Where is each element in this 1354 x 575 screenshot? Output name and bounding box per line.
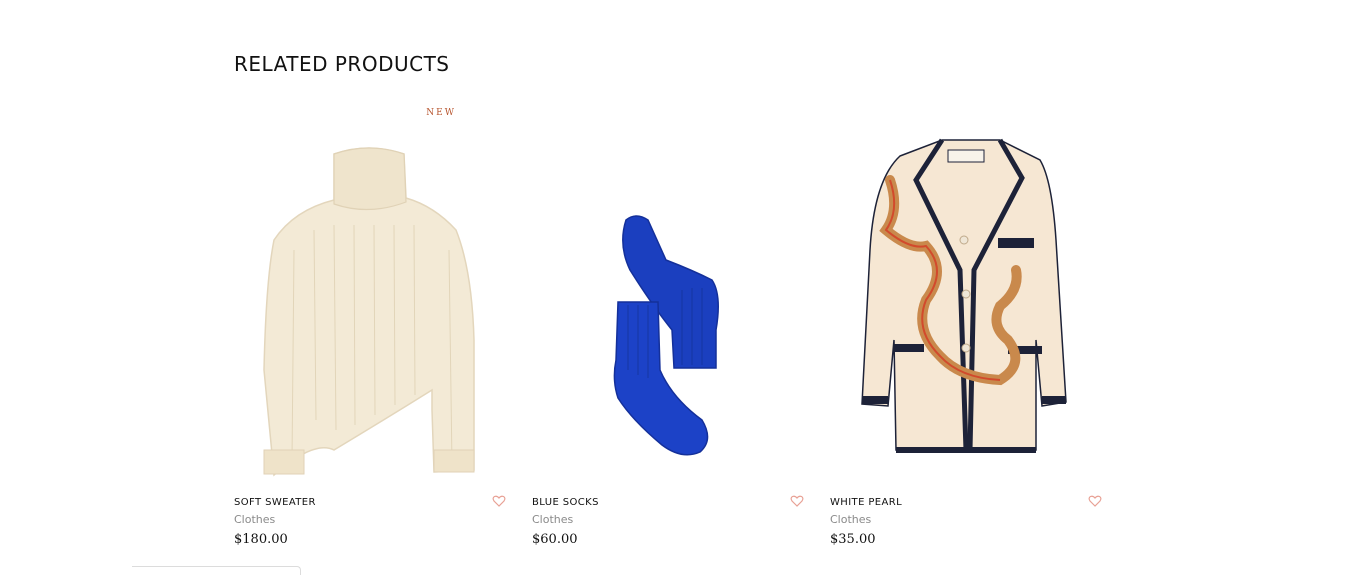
sweater-image[interactable]: [234, 120, 506, 480]
section-title: RELATED PRODUCTS: [234, 52, 450, 76]
product-price: $60.00: [532, 532, 578, 547]
partial-panel-border: [132, 566, 301, 575]
heart-icon[interactable]: [492, 494, 506, 508]
blazer-image[interactable]: [830, 120, 1102, 480]
product-category[interactable]: Clothes: [234, 513, 275, 526]
product-name[interactable]: BLUE SOCKS: [532, 497, 599, 508]
product-name[interactable]: SOFT SWEATER: [234, 497, 316, 508]
product-card[interactable]: WHITE PEARL Clothes $35.00: [830, 100, 1102, 560]
product-name[interactable]: WHITE PEARL: [830, 497, 902, 508]
heart-icon[interactable]: [1088, 494, 1102, 508]
heart-icon[interactable]: [790, 494, 804, 508]
product-category[interactable]: Clothes: [532, 513, 573, 526]
product-card[interactable]: BLUE SOCKS Clothes $60.00: [532, 100, 804, 560]
new-badge: NEW: [426, 108, 456, 118]
product-price: $35.00: [830, 532, 876, 547]
product-card[interactable]: NEW SOFT SWEATER Clothes $180.00: [234, 100, 506, 560]
socks-image[interactable]: [532, 120, 804, 480]
product-price: $180.00: [234, 532, 288, 547]
related-products-page: RELATED PRODUCTS NEW SOFT SWEATER Clothe…: [0, 0, 1354, 575]
product-category[interactable]: Clothes: [830, 513, 871, 526]
